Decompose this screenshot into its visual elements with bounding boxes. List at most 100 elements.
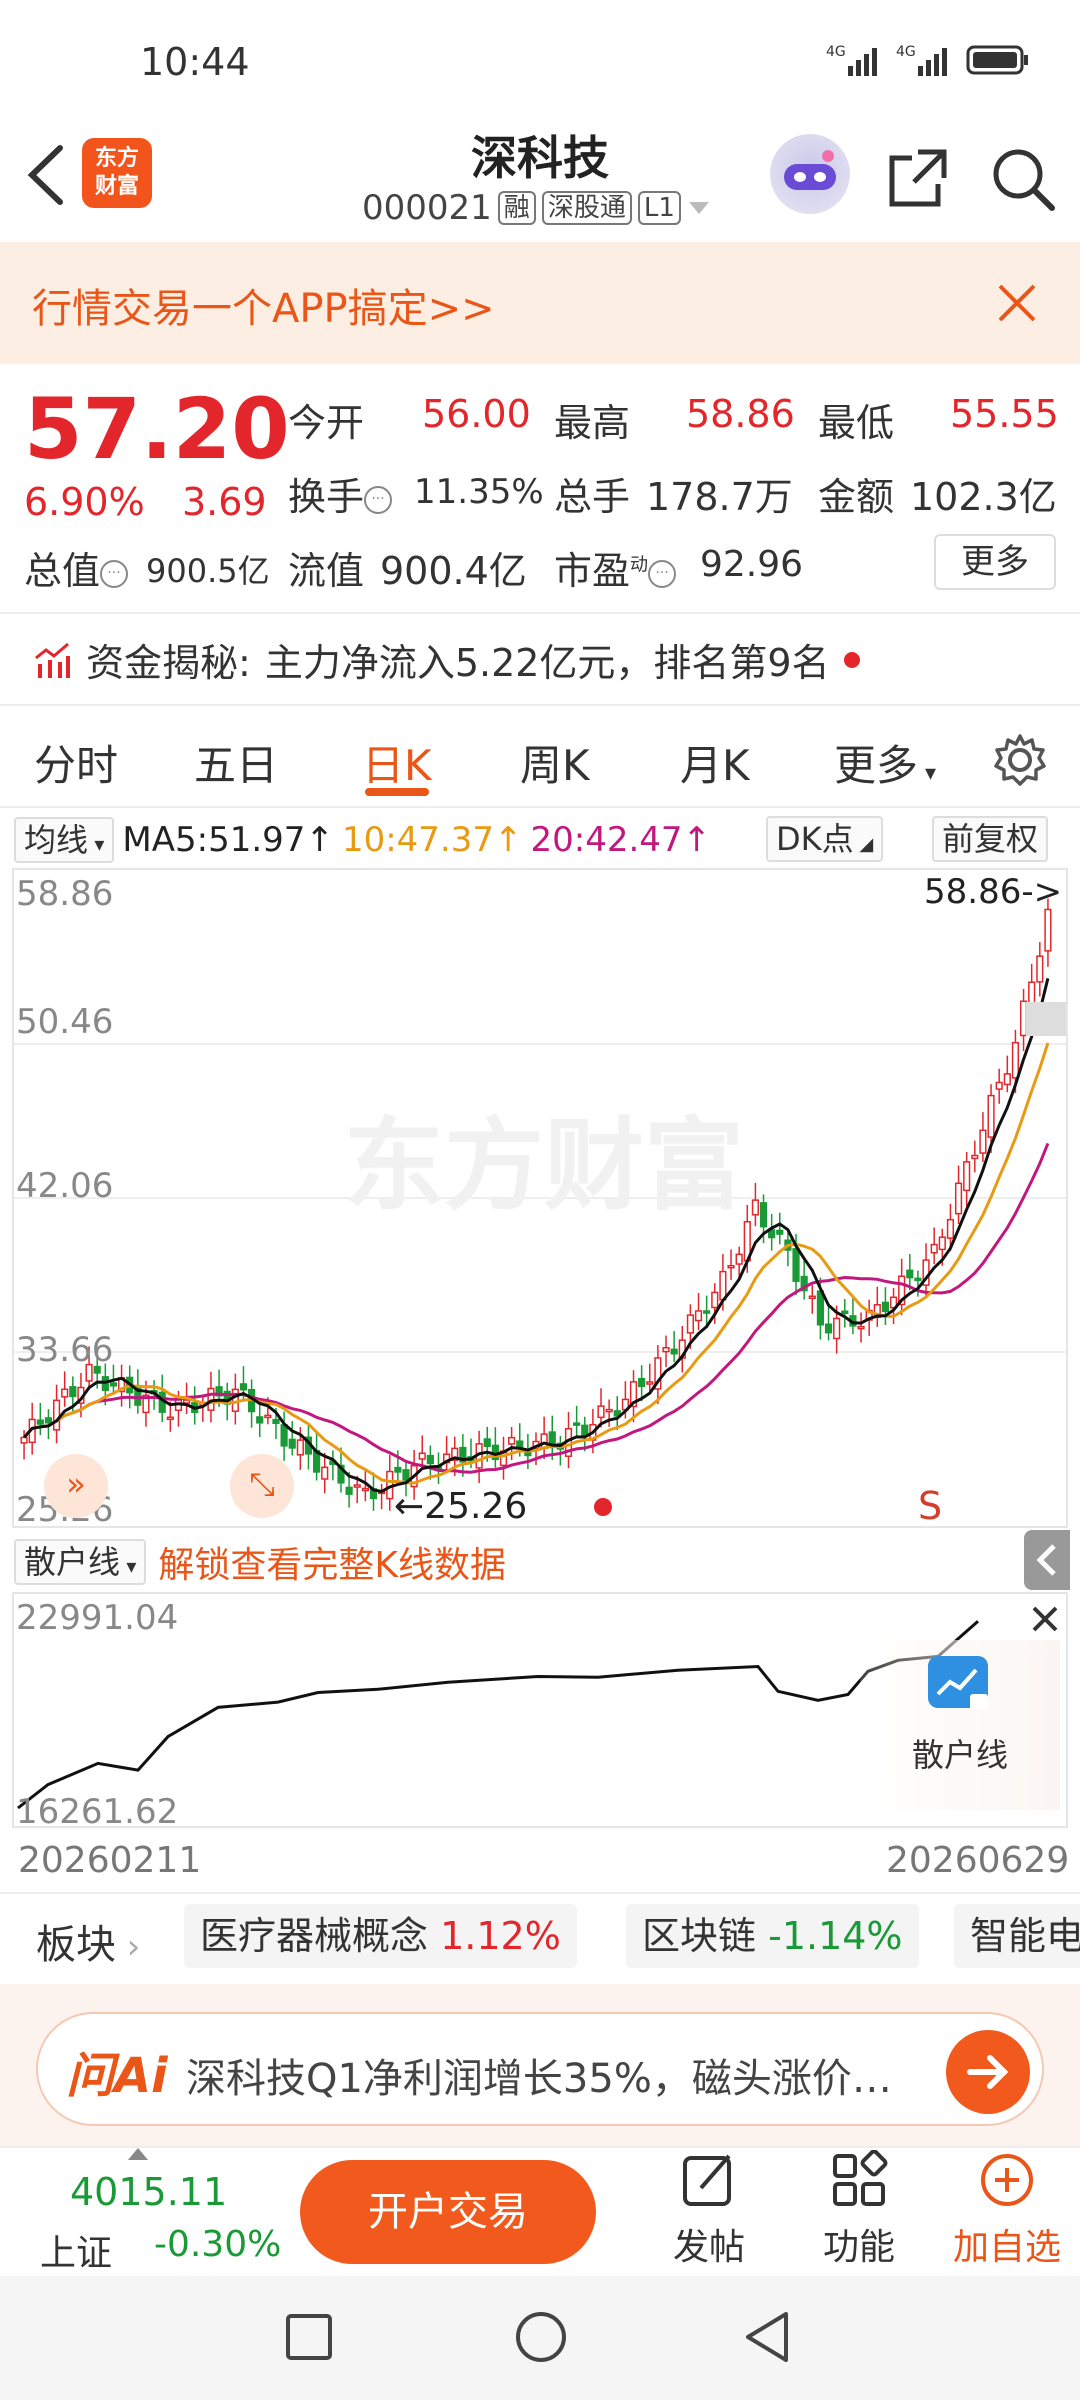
divider (0, 1892, 1080, 1894)
index-change[interactable]: -0.30% (154, 2224, 281, 2265)
promo-banner-text[interactable]: 行情交易一个APP搞定>> (32, 276, 495, 334)
last-price: 57.20 (24, 380, 290, 478)
tab-daily-k[interactable]: 日K (362, 732, 432, 793)
dk-point-button[interactable]: DK点 ◢ (766, 816, 884, 862)
status-icons: 4G 4G (826, 42, 1030, 78)
mktcap-value: 900.5亿 (146, 552, 270, 590)
candle-body (670, 1348, 678, 1355)
candle-body (881, 1301, 890, 1313)
plus-circle-icon (981, 2154, 1033, 2206)
candle-body (1019, 1000, 1028, 1037)
candle-body (1003, 1073, 1011, 1086)
candle-body (44, 1417, 53, 1424)
y-label-1: 58.86 (16, 874, 114, 914)
home-icon[interactable] (514, 2310, 568, 2364)
candle-body (483, 1438, 491, 1448)
candle-body (288, 1438, 296, 1449)
expand-left-button[interactable]: » (44, 1454, 108, 1518)
battery-icon (966, 45, 1028, 75)
retail-lock-box[interactable]: 散户线 (860, 1640, 1060, 1810)
index-value[interactable]: 4015.11 (70, 2170, 227, 2214)
unlock-link[interactable]: 解锁查看完整K线数据 (158, 1536, 506, 1588)
candle-body (516, 1440, 524, 1448)
tab-more[interactable]: 更多 ▾ (834, 732, 936, 793)
collapse-panel-button[interactable] (1024, 1530, 1070, 1590)
fullscreen-icon[interactable]: ⤡ (230, 1454, 294, 1518)
candle-body (703, 1310, 711, 1314)
active-tab-indicator (365, 788, 429, 796)
close-icon[interactable] (1028, 1602, 1062, 1636)
fund-label: 资金揭秘: (86, 641, 251, 685)
grid-icon (833, 2149, 888, 2206)
ai-robot-icon[interactable] (770, 134, 850, 214)
candle-body (256, 1416, 264, 1424)
candle-body (394, 1466, 402, 1473)
candle-body (605, 1408, 613, 1413)
candle-body (711, 1291, 719, 1309)
retail-bottom-label: 16261.62 (16, 1792, 179, 1832)
search-icon[interactable] (988, 144, 1058, 214)
system-nav-bar (0, 2276, 1080, 2400)
tag-connect: 深股通 (541, 191, 632, 225)
event-dot[interactable] (594, 1498, 612, 1516)
status-time: 10:44 (140, 40, 250, 84)
share-icon[interactable] (882, 144, 952, 214)
candle-body (979, 1129, 987, 1154)
sector-chip-blockchain[interactable]: 区块链 -1.14% (626, 1904, 919, 1968)
back-nav-icon[interactable] (742, 2310, 792, 2364)
info-icon: ··· (648, 559, 677, 588)
tab-monthly-k[interactable]: 月K (680, 732, 750, 793)
net-label-1: 4G (826, 44, 846, 60)
stock-subline[interactable]: 000021 融 深股通 L1 (362, 188, 711, 228)
turnover-value: 11.35% (414, 472, 544, 512)
nav-function[interactable]: 功能 (804, 2149, 914, 2270)
candle-body (280, 1424, 288, 1447)
open-account-button[interactable]: 开户交易 (300, 2160, 596, 2264)
sector-label[interactable]: 板块 › (36, 1912, 140, 1970)
candle-body (182, 1399, 191, 1404)
sell-signal[interactable]: S (918, 1484, 942, 1528)
candle-body (954, 1182, 963, 1215)
index-name[interactable]: 上证 (40, 2224, 112, 2276)
tab-weekly-k[interactable]: 周K (520, 732, 590, 793)
candle-body (727, 1264, 735, 1269)
info-icon: ··· (364, 485, 393, 514)
recents-icon[interactable] (284, 2312, 334, 2362)
sector-chip-medical[interactable]: 医疗器械概念 1.12% (184, 1904, 577, 1968)
candle-body (272, 1418, 280, 1424)
retail-box-label: 散户线 (911, 1736, 1008, 1774)
candle-body (914, 1277, 922, 1282)
candle-body (353, 1484, 361, 1488)
candle-body (345, 1486, 353, 1495)
indicator-selector[interactable]: 均线 ▾ (14, 817, 115, 863)
divider (0, 612, 1080, 614)
candle-body (719, 1270, 727, 1301)
new-dot (843, 651, 860, 668)
sector-chip-smart[interactable]: 智能电 (954, 1904, 1080, 1968)
gear-icon[interactable] (990, 730, 1050, 790)
retail-top-label: 22991.04 (16, 1598, 179, 1638)
candle-body (963, 1161, 971, 1192)
candle-body (759, 1202, 768, 1228)
nav-post[interactable]: 发帖 (654, 2150, 764, 2270)
retail-selector[interactable]: 散户线 ▾ (14, 1539, 147, 1585)
ai-prompt-text[interactable]: 深科技Q1净利润增长35%，磁头涨价… (186, 2046, 892, 2104)
ai-go-button[interactable] (946, 2030, 1030, 2114)
nav-add-watch[interactable]: 加自选 (952, 2150, 1062, 2270)
kline-svg: 东方财富 (14, 898, 1066, 1511)
fund-flow-row[interactable]: 资金揭秘: 主力净流入5.22亿元，排名第9名 (32, 632, 860, 687)
nav-add-watch-label: 加自选 (952, 2227, 1061, 2268)
period-tabs: 分时 五日 日K 周K 月K 更多 ▾ (0, 720, 1080, 812)
candle-body (36, 1419, 44, 1425)
high-label: 最高 (554, 401, 631, 445)
candle-body (824, 1323, 833, 1334)
close-icon[interactable] (990, 276, 1044, 330)
candle-body (987, 1094, 995, 1138)
tab-five-day[interactable]: 五日 (194, 732, 278, 793)
adjust-button[interactable]: 前复权 (932, 816, 1049, 862)
tab-intraday[interactable]: 分时 (34, 732, 118, 793)
more-quote-button[interactable]: 更多 (934, 534, 1056, 590)
candle-body (857, 1325, 865, 1330)
ma20-value: 20:42.47↑ (530, 820, 712, 860)
kline-chart[interactable]: 东方财富 58.86 50.46 42.06 33.66 25.26 58.86… (12, 868, 1068, 1530)
